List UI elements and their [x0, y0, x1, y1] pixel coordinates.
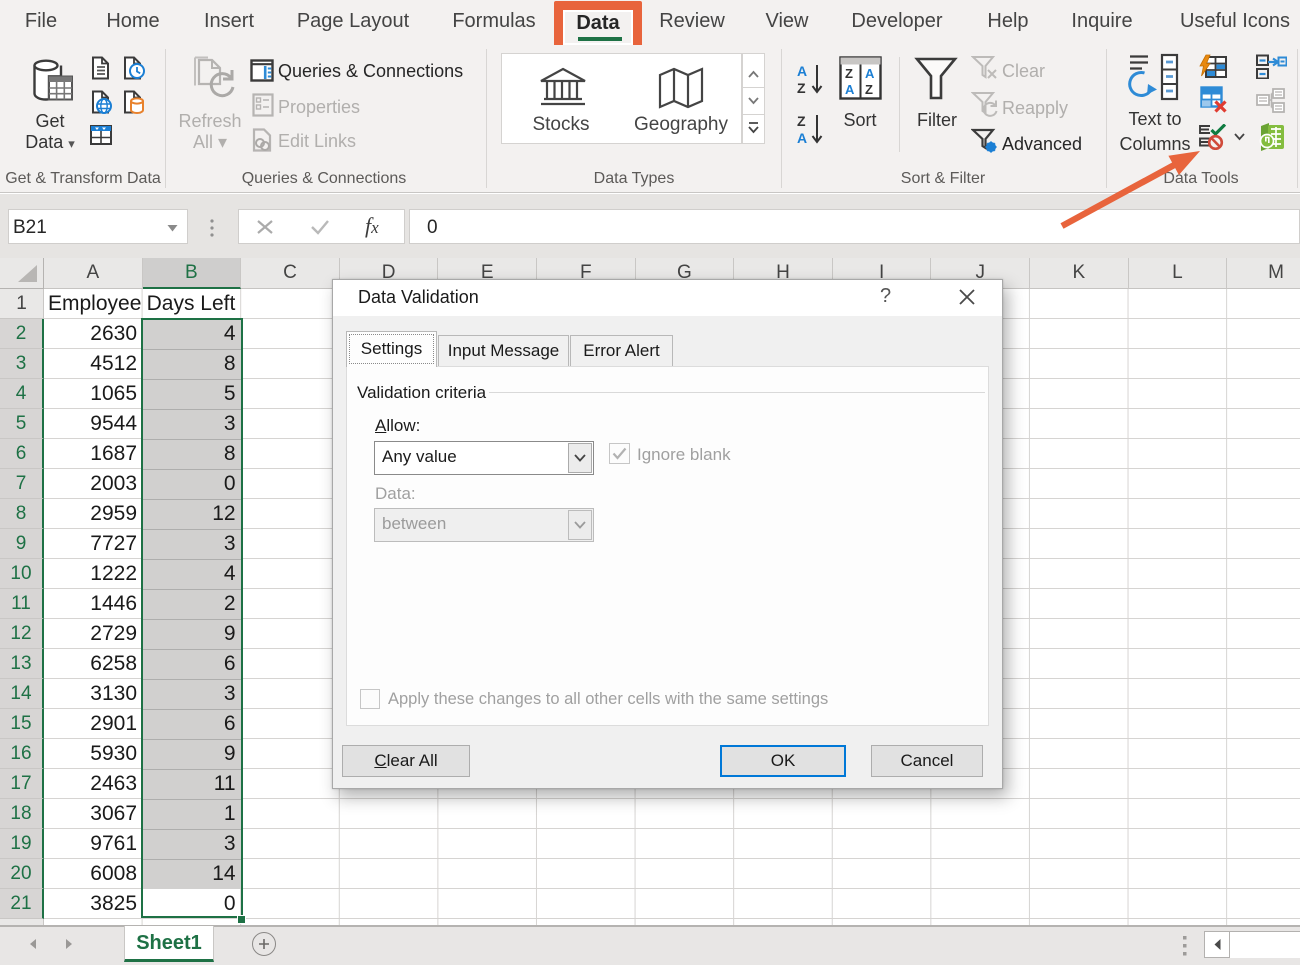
svg-text:Z: Z — [797, 113, 806, 129]
svg-text:A: A — [865, 66, 875, 81]
svg-text:Z: Z — [797, 80, 806, 96]
svg-text:Z: Z — [845, 66, 853, 81]
svg-text:A: A — [845, 82, 855, 97]
svg-text:A: A — [797, 130, 807, 146]
svg-text:Z: Z — [865, 82, 873, 97]
svg-text:A: A — [797, 63, 807, 79]
